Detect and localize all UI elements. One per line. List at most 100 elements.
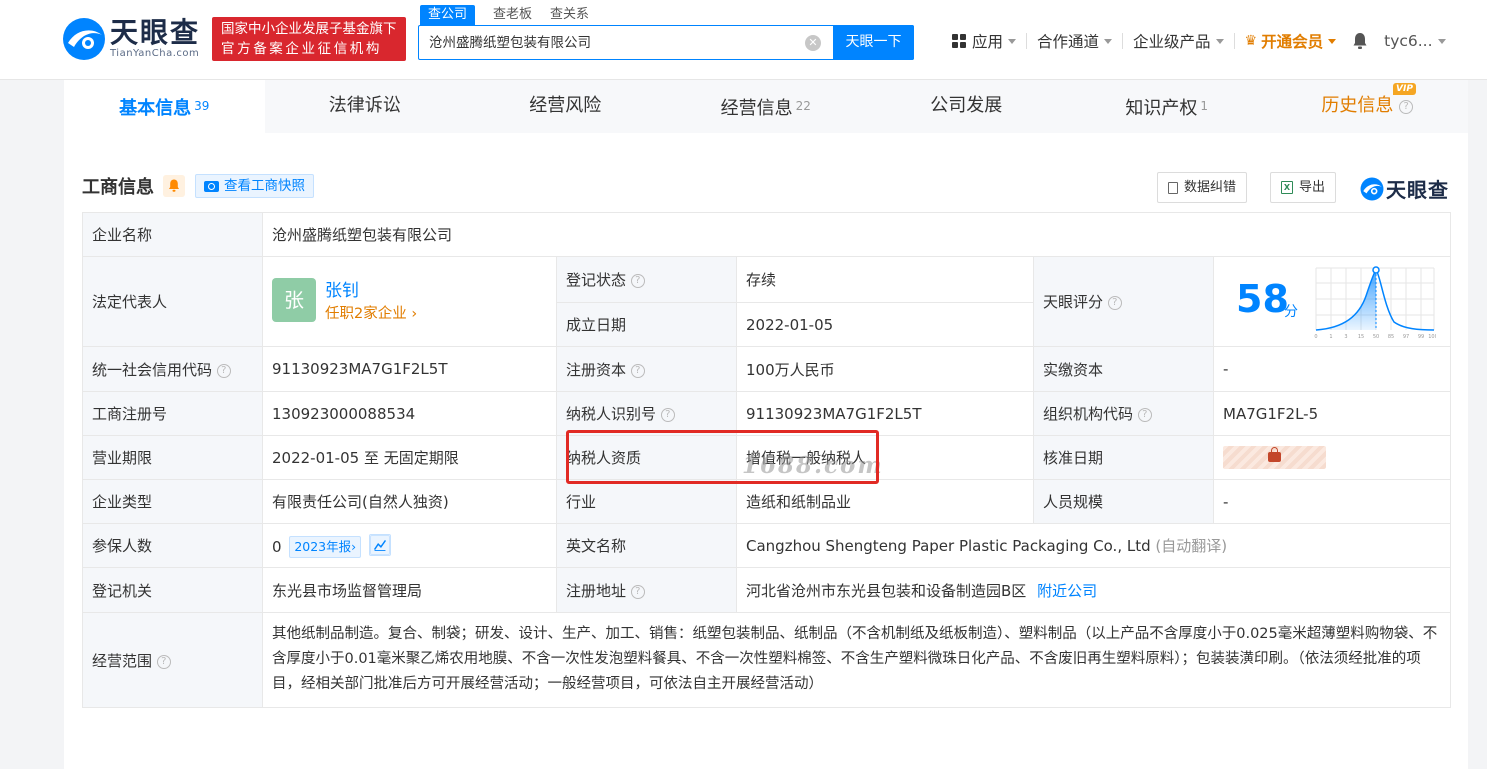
- help-icon[interactable]: ?: [1107, 296, 1122, 310]
- search-type-tabs: 查公司 查老板 查关系: [420, 5, 607, 25]
- tab-basic-info[interactable]: 基本信息 39: [64, 80, 265, 133]
- divider: [1233, 33, 1235, 49]
- export-button[interactable]: X 导出: [1270, 172, 1337, 203]
- excel-icon: X: [1281, 181, 1293, 194]
- divider: [1026, 33, 1028, 49]
- score-tick-label: 0: [1314, 334, 1317, 340]
- site-logo[interactable]: 天眼查 TianYanCha.com: [62, 14, 200, 64]
- en-name-value: Cangzhou Shengteng Paper Plastic Packagi…: [746, 537, 1151, 555]
- tab-history[interactable]: 历史信息 ? VIP: [1267, 80, 1468, 133]
- tab-count: 22: [795, 99, 811, 113]
- tab-legal[interactable]: 法律诉讼: [265, 80, 466, 133]
- help-icon[interactable]: ?: [1399, 100, 1414, 114]
- biz-reg-no-value: 130923000088534: [262, 391, 557, 436]
- export-label: 导出: [1299, 180, 1326, 195]
- annual-report-badge[interactable]: 2023年报›: [289, 535, 362, 558]
- label-text: 登记状态: [566, 271, 627, 289]
- company-type-value: 有限责任公司(自然人独资): [262, 479, 557, 524]
- en-name-cell: Cangzhou Shengteng Paper Plastic Packagi…: [735, 523, 1452, 568]
- company-tabs: 基本信息 39 法律诉讼 经营风险 经营信息 22 公司发展 知识产权 1 历史信息 …: [64, 80, 1468, 133]
- correction-label: 数据纠错: [1184, 180, 1237, 195]
- logo-mark-icon: [63, 18, 105, 60]
- taxpayer-id-label: 纳税人识别号 ?: [556, 391, 737, 436]
- help-icon[interactable]: ?: [630, 584, 645, 599]
- search-tab-boss[interactable]: 查老板: [493, 5, 532, 25]
- brand-logo-text: 天眼查: [1386, 178, 1449, 202]
- monitor-bell-icon[interactable]: [163, 175, 185, 197]
- table-row: 工商注册号 130923000088534 纳税人识别号 ? 91130923M…: [82, 391, 1452, 436]
- help-icon[interactable]: ?: [630, 274, 645, 288]
- tab-operation[interactable]: 经营信息 22: [666, 80, 867, 133]
- help-icon[interactable]: ?: [156, 654, 171, 669]
- help-icon[interactable]: ?: [1137, 408, 1152, 422]
- score-tick-label: 3: [1344, 334, 1347, 340]
- badge-line-2: 官方备案企业征信机构: [221, 41, 382, 57]
- bell-icon[interactable]: [1352, 32, 1368, 50]
- score-tick-label: 15: [1358, 334, 1364, 340]
- reg-status-value: 存续: [736, 256, 1034, 303]
- en-name-note: (自动翻译): [1155, 537, 1228, 555]
- nav-vip-label: 开通会员: [1261, 33, 1324, 51]
- tab-label: 历史信息: [1321, 95, 1394, 116]
- reg-address-value: 河北省沧州市东光县包装和设备制造园B区: [746, 581, 1027, 600]
- label-text: 注册资本: [566, 360, 627, 379]
- table-row: 经营范围 ? 其他纸制品制造。复合、制袋；研发、设计、生产、加工、销售：纸塑包装…: [82, 612, 1452, 708]
- logo-mark-icon: [1360, 177, 1384, 200]
- search-tab-relation[interactable]: 查关系: [550, 5, 589, 25]
- nav-enterprise-label: 企业级产品: [1133, 33, 1211, 51]
- help-icon[interactable]: ?: [660, 408, 675, 422]
- label-text: 纳税人识别号: [566, 405, 657, 423]
- main-card: 基本信息 39 法律诉讼 经营风险 经营信息 22 公司发展 知识产权 1 历史信息 …: [64, 80, 1468, 769]
- table-row: 企业名称 沧州盛腾纸塑包装有限公司: [82, 212, 1452, 257]
- clear-icon[interactable]: ✕: [805, 35, 821, 51]
- nav-apps[interactable]: 应用: [952, 30, 1017, 52]
- vip-locked-field[interactable]: [1223, 446, 1326, 469]
- lock-icon: [1268, 447, 1281, 462]
- help-icon[interactable]: ?: [630, 363, 645, 378]
- table-row: 参保人数 0 2023年报› 英文名称 Cangzhou Shengteng P…: [82, 523, 1452, 568]
- trend-chart-icon[interactable]: [368, 533, 391, 556]
- table-row: 登记机关 东光县市场监督管理局 注册地址 ? 河北省沧州市东光县包装和设备制造园…: [82, 567, 1452, 613]
- tab-label: 经营信息: [720, 98, 793, 119]
- search-tab-company[interactable]: 查公司: [420, 5, 476, 25]
- highlight-annotation-box: [566, 430, 879, 484]
- top-nav: 应用 合作通道 企业级产品 ♛ 开通会员 tyc6...: [952, 30, 1446, 52]
- official-badge: 国家中小企业发展子基金旗下 官方备案企业征信机构: [212, 17, 406, 61]
- nearby-companies-link[interactable]: 附近公司: [1037, 582, 1097, 600]
- nav-channel[interactable]: 合作通道: [1037, 30, 1113, 52]
- reg-status-label: 登记状态 ?: [556, 256, 737, 303]
- snapshot-button[interactable]: 查看工商快照: [195, 174, 314, 198]
- insured-value: 0: [272, 537, 282, 556]
- tab-development[interactable]: 公司发展: [866, 80, 1067, 133]
- correction-button[interactable]: 数据纠错: [1157, 172, 1248, 203]
- document-icon: [1168, 181, 1178, 194]
- score-value: 58: [1236, 277, 1289, 321]
- tab-risk[interactable]: 经营风险: [465, 80, 666, 133]
- search-input[interactable]: [429, 33, 789, 49]
- nav-channel-label: 合作通道: [1037, 33, 1100, 51]
- nav-user[interactable]: tyc6...: [1384, 32, 1446, 50]
- tab-ip[interactable]: 知识产权 1: [1067, 80, 1268, 133]
- avatar[interactable]: 张: [272, 278, 316, 322]
- found-date-value: 2022-01-05: [736, 302, 1034, 347]
- nav-vip[interactable]: ♛ 开通会员: [1245, 30, 1337, 52]
- score-cell[interactable]: 58 分 0 1 3 15 50 85 97 99 10: [1212, 256, 1452, 347]
- reg-capital-value: 100万人民币: [736, 346, 1034, 392]
- en-name-label: 英文名称: [556, 523, 737, 568]
- nav-enterprise[interactable]: 企业级产品: [1133, 30, 1224, 52]
- score-tick-label: 50: [1373, 334, 1379, 340]
- reg-capital-label: 注册资本 ?: [556, 346, 737, 392]
- search-button[interactable]: 天眼一下: [833, 25, 914, 60]
- divider: [1122, 33, 1124, 49]
- biz-term-label: 营业期限: [82, 435, 263, 480]
- chevron-down-icon: [1328, 38, 1337, 44]
- score-tick-label: 85: [1388, 334, 1394, 340]
- credit-code-value: 91130923MA7G1F2L5T: [262, 346, 557, 392]
- company-name-label: 企业名称: [82, 212, 263, 257]
- score-tick-label: 97: [1403, 334, 1409, 340]
- chevron-down-icon: [1104, 38, 1113, 44]
- label-text: 统一社会信用代码: [92, 360, 213, 379]
- org-code-value: MA7G1F2L-5: [1212, 391, 1452, 436]
- brand-watermark-logo: 天眼查: [1360, 174, 1449, 203]
- help-icon[interactable]: ?: [216, 363, 231, 378]
